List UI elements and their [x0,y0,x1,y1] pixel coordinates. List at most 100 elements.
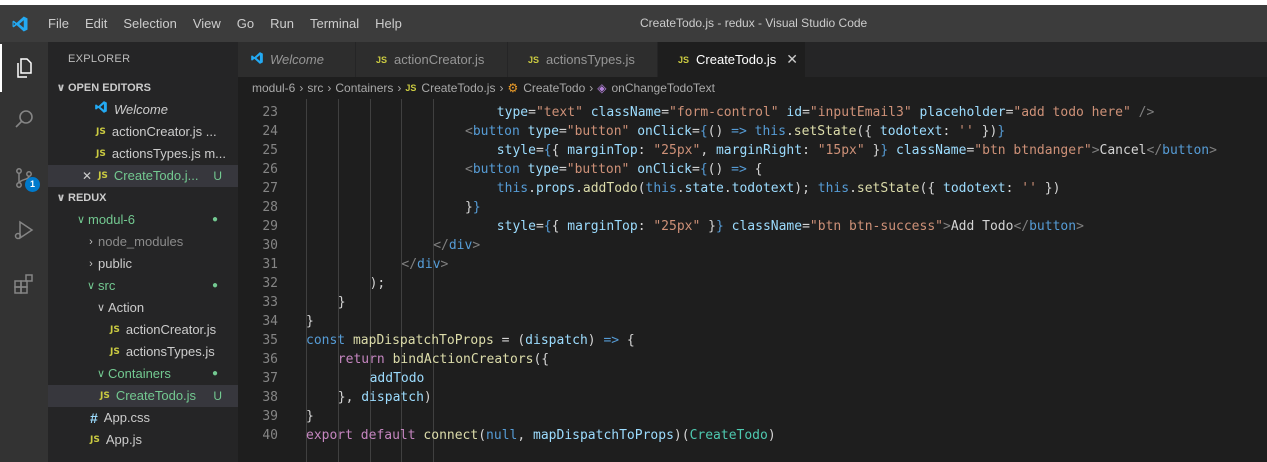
code-line[interactable]: 30 </div> [238,236,1267,255]
code-token: } [700,219,716,234]
code-line[interactable]: 37 addTodo [238,369,1267,388]
breadcrumb-item[interactable]: src [307,81,323,95]
code-line[interactable]: 27 this.props.addTodo(this.state.todotext… [238,179,1267,198]
tree-folder-public[interactable]: › public [48,253,238,275]
code-token: marginRight [715,143,803,158]
line-number: 40 [262,428,278,443]
open-editor-createtodo[interactable]: ✕ JS CreateTodo.j... U [48,165,238,187]
breadcrumb-item[interactable]: onChangeTodoText [612,81,715,95]
untracked-badge: U [213,169,222,183]
window-title: CreateTodo.js - redux - Visual Studio Co… [640,16,868,30]
close-tab-icon[interactable]: ✕ [786,51,798,68]
tree-folder-containers[interactable]: ∨ Containers ● [48,363,238,385]
tab-welcome[interactable]: Welcome [238,42,356,77]
tab-actionstypes[interactable]: JS actionsTypes.js [508,42,658,77]
explorer-icon[interactable] [0,44,48,92]
tree-folder-node-modules[interactable]: › node_modules [48,231,238,253]
menu-help[interactable]: Help [367,5,410,42]
close-icon[interactable]: ✕ [82,165,92,187]
code-line[interactable]: 29 style={{ marginTop: "25px" }} classNam… [238,217,1267,236]
code-token: = [528,105,536,120]
search-icon[interactable] [0,96,48,144]
vscode-logo-icon [0,5,40,42]
breadcrumb: modul-6 › src › Containers › JS CreateTo… [238,77,1267,99]
code-line[interactable]: 39} [238,407,1267,426]
js-file-icon: JS [528,54,540,65]
breadcrumb-item[interactable]: CreateTodo.js [421,81,495,95]
menu-go[interactable]: Go [229,5,262,42]
code-line[interactable]: 23 type="text" className="form-control" i… [238,103,1267,122]
tab-actioncreator[interactable]: JS actionCreator.js [356,42,508,77]
tree-folder-modul6[interactable]: ∨ modul-6 ● [48,209,238,231]
tree-file-app-js[interactable]: JS App.js [48,429,238,451]
tree-file-app-css[interactable]: # App.css [48,407,238,429]
code-token: placeholder [919,105,1006,120]
open-editors-header[interactable]: ∨ OPEN EDITORS [48,77,238,99]
chevron-right-icon: › [589,81,594,95]
code-token: ); [794,181,818,196]
code-token: ) [423,390,432,405]
code-line[interactable]: 35 const mapDispatchToProps = (dispatch) … [238,331,1267,350]
menu-view[interactable]: View [185,5,229,42]
code-text: export default connect(null, mapDispatch… [306,426,776,445]
code-editor[interactable]: 23 type="text" className="form-control" i… [238,99,1267,462]
tree-file-actioncreator[interactable]: JS actionCreator.js [48,319,238,341]
breadcrumb-item[interactable]: CreateTodo [523,81,585,95]
code-line[interactable]: 33} [238,293,1267,312]
code-token: </ [1013,219,1030,234]
code-token: . [849,181,857,196]
code-line[interactable]: 31 </div> [238,255,1267,274]
code-line[interactable]: 32); [238,274,1267,293]
menu-selection[interactable]: Selection [115,5,184,42]
breadcrumb-item[interactable]: modul-6 [252,81,295,95]
menu-terminal[interactable]: Terminal [302,5,367,42]
code-token: } [306,314,314,329]
open-editor-welcome[interactable]: Welcome [48,99,238,121]
tree-folder-action[interactable]: ∨ Action [48,297,238,319]
tree-folder-src[interactable]: ∨ src ● [48,275,238,297]
code-token: { [543,219,552,234]
redux-folder-header[interactable]: ∨ REDUX [48,187,238,209]
menu-run[interactable]: Run [262,5,302,42]
breadcrumb-item[interactable]: Containers [335,81,393,95]
chevron-down-icon: ∨ [96,302,106,314]
code-line[interactable]: 40 export default connect(null, mapDispat… [238,426,1267,445]
css-file-icon: # [90,410,98,426]
tree-file-actionstypes[interactable]: JS actionsTypes.js [48,341,238,363]
code-line[interactable]: 34} [238,312,1267,331]
modified-dot-icon: ● [211,280,218,291]
sidebar-title: EXPLORER [68,53,131,65]
code-text: }} [465,198,481,217]
code-token: Cancel [1099,143,1147,158]
code-line[interactable]: 38}, dispatch) [238,388,1267,407]
code-line[interactable]: 28}} [238,198,1267,217]
tree-label: actionsTypes.js [125,344,215,359]
code-line[interactable]: 36 return bindActionCreators({ [238,350,1267,369]
code-line[interactable]: 24 <button type="button" onClick={() => t… [238,122,1267,141]
code-token: = [802,219,810,234]
code-token: setState [793,124,857,139]
code-token: type [527,124,559,139]
open-editor-actionstypes[interactable]: JS actionsTypes.js m... [48,143,238,165]
open-editor-actioncreator[interactable]: JS actionCreator.js ... [48,121,238,143]
code-token: "25px" [653,219,701,234]
menu-edit[interactable]: Edit [77,5,115,42]
code-token: < [465,162,473,177]
menu-file[interactable]: File [40,5,77,42]
code-token: } [472,200,481,215]
activity-bar: 1 [0,42,48,462]
code-token: => [731,162,747,177]
code-line[interactable]: 25 style={{ marginTop: "25px", marginRigh… [238,141,1267,160]
extensions-icon[interactable] [0,260,48,308]
code-line[interactable]: 26 <button type="button" onClick={() => { [238,160,1267,179]
code-token: this [754,124,786,139]
source-control-icon[interactable]: 1 [0,154,48,202]
title-bar: File Edit Selection View Go Run Terminal… [0,5,1267,42]
tab-createtodo[interactable]: JS CreateTodo.js ✕ [658,42,806,77]
code-token: "btn btndanger" [974,143,1092,158]
code-token: /> [1138,105,1155,120]
tree-file-createtodo[interactable]: JS CreateTodo.js U [48,385,238,407]
tree-label: CreateTodo.js [115,388,197,403]
run-debug-icon[interactable] [0,206,48,254]
